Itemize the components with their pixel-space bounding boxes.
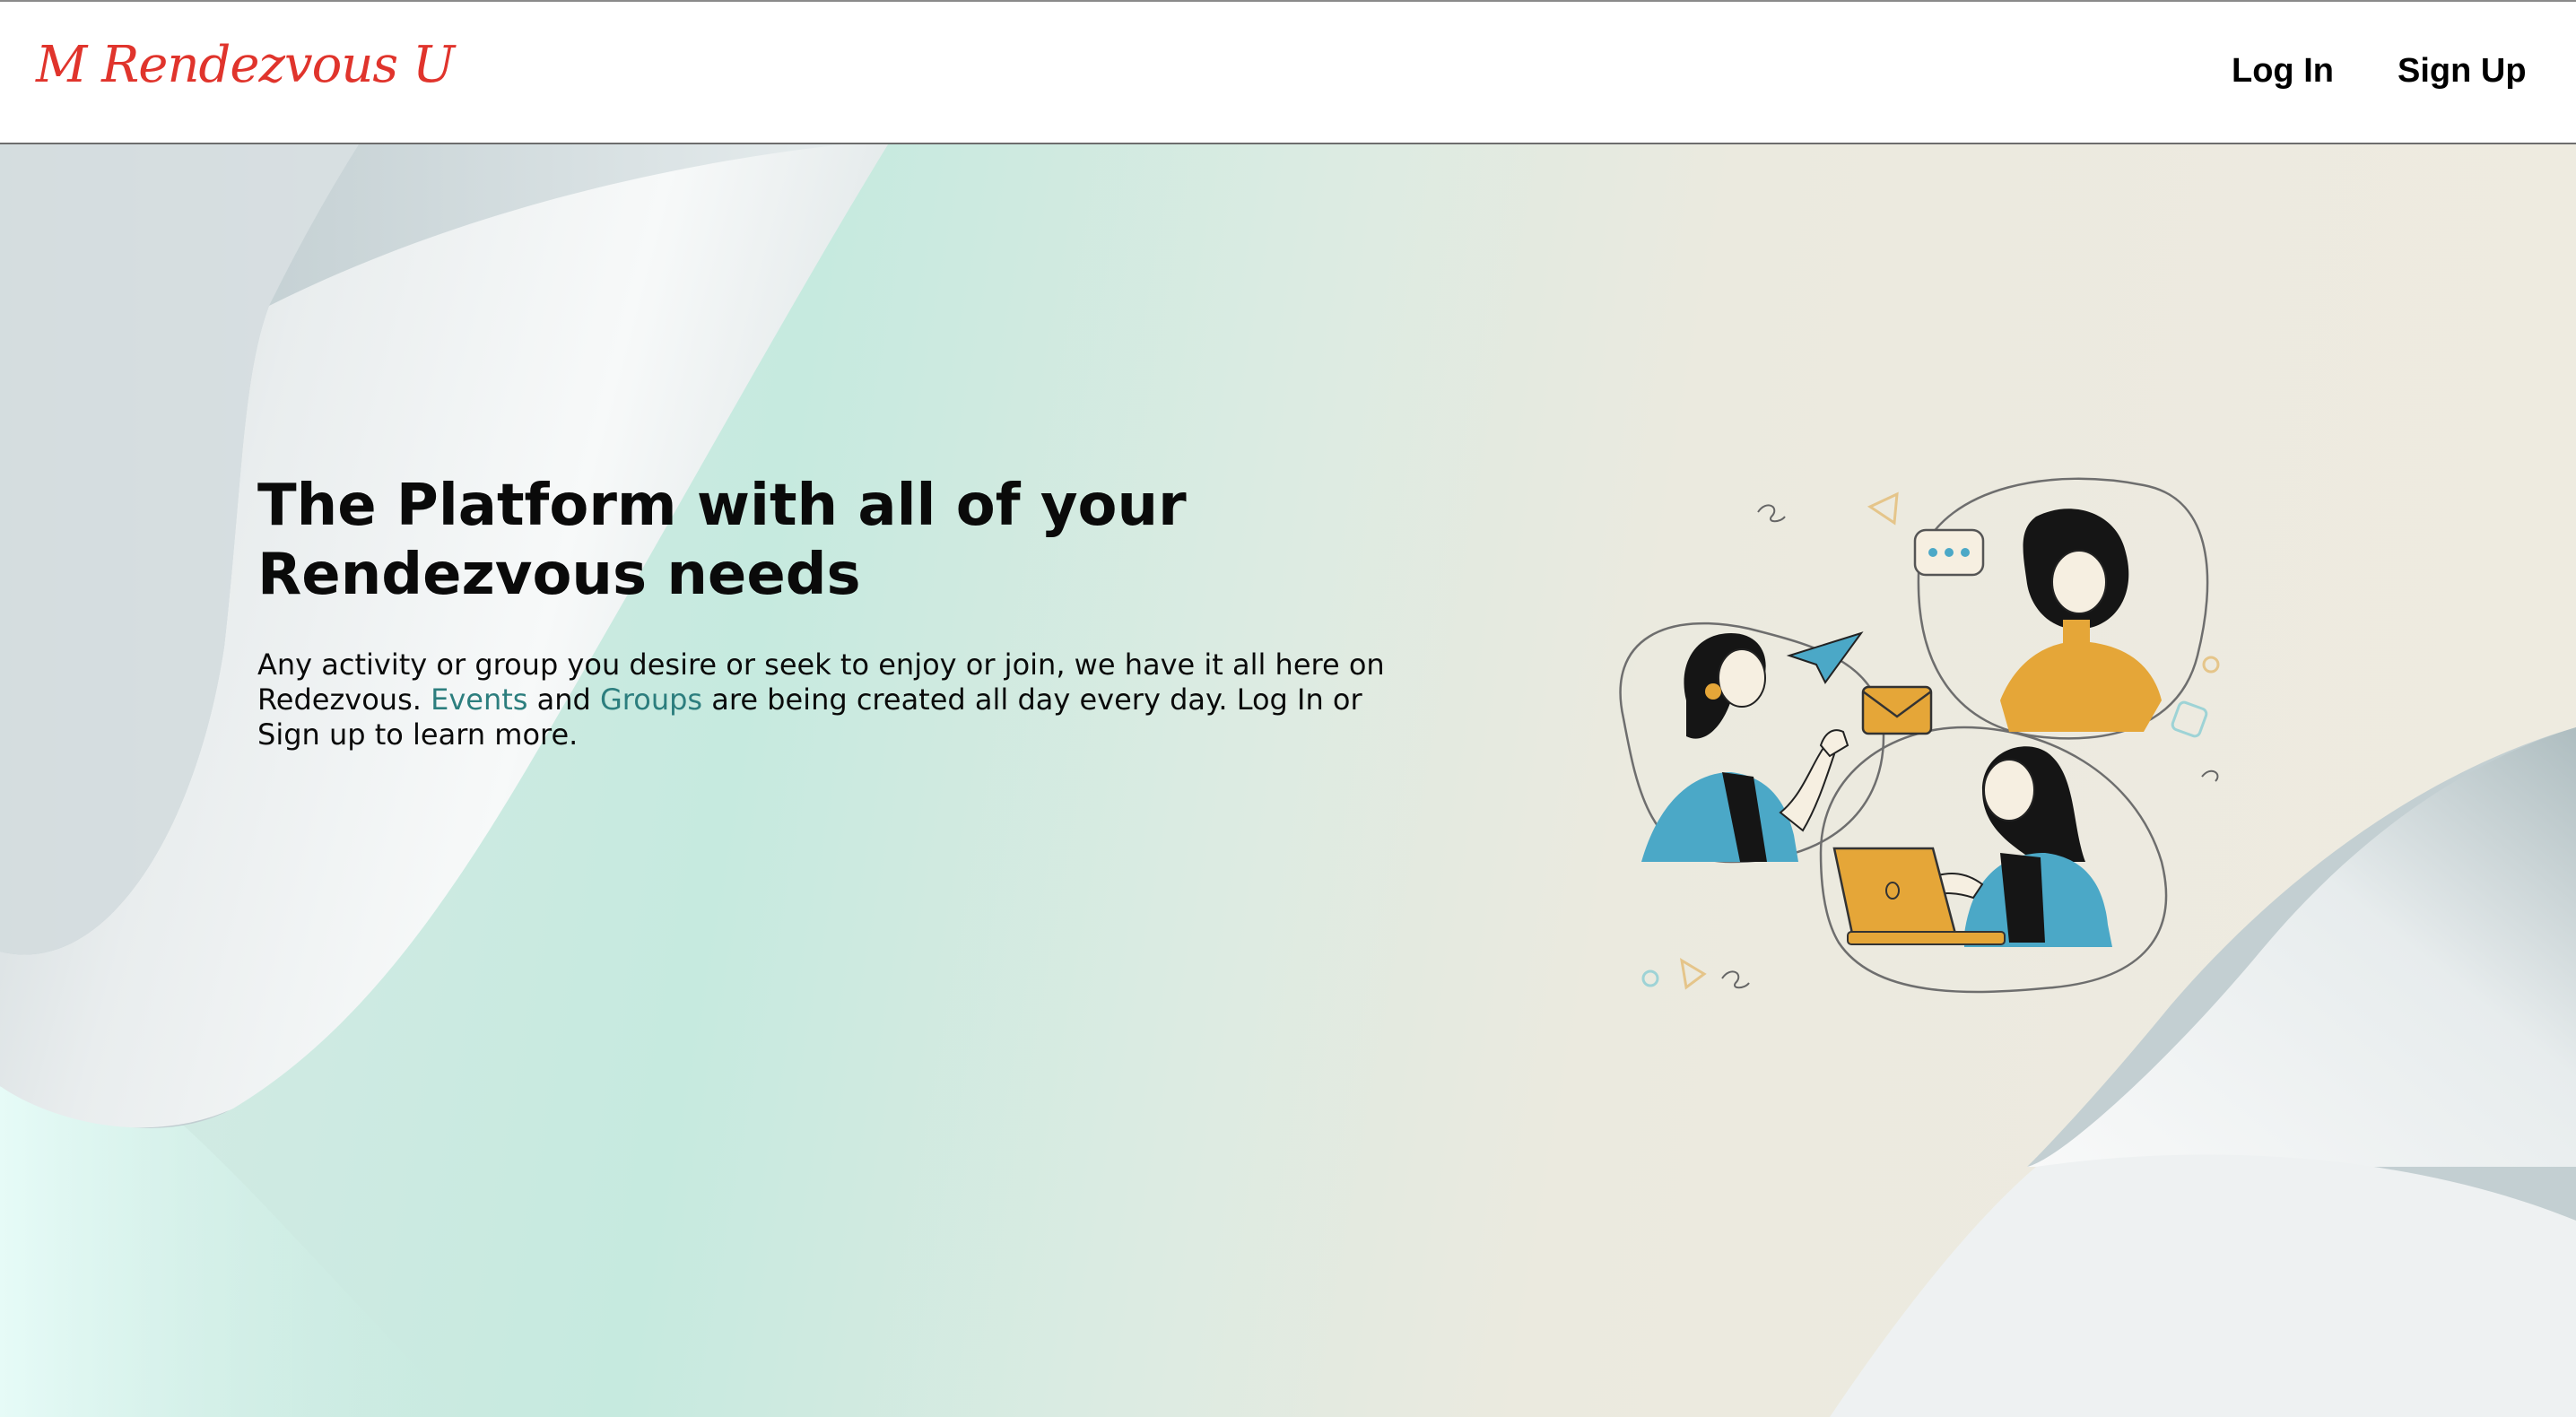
hero-desc-and: and: [527, 682, 600, 717]
login-link[interactable]: Log In: [2232, 52, 2334, 91]
hero-section: The Platform with all of your Rendezvous…: [0, 144, 2576, 1417]
person-bottom: [1922, 746, 2112, 947]
navbar: M Rendezvous U Log In Sign Up: [0, 0, 2576, 144]
chat-bubble-icon: [1913, 528, 1985, 577]
site-logo[interactable]: M Rendezvous U: [36, 36, 455, 94]
person-left: [1641, 633, 1849, 862]
hero-text-block: The Platform with all of your Rendezvous…: [257, 472, 1423, 752]
signup-link[interactable]: Sign Up: [2398, 52, 2527, 91]
envelope-icon: [1861, 685, 1933, 735]
person-right: [2000, 509, 2162, 732]
people-collaborating-illustration: [1619, 477, 2220, 994]
hero-description: Any activity or group you desire or seek…: [257, 648, 1397, 752]
hero-title: The Platform with all of your Rendezvous…: [257, 473, 1187, 608]
groups-link[interactable]: Groups: [600, 682, 702, 717]
events-link[interactable]: Events: [431, 682, 527, 717]
paper-plane-icon: [1786, 631, 1864, 684]
